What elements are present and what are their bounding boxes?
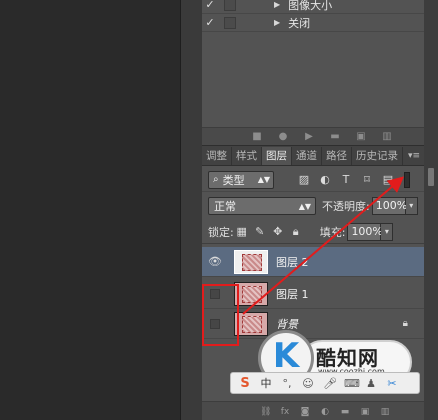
- lock-image-brush-icon[interactable]: ✎: [254, 225, 266, 238]
- ime-toolbar[interactable]: S 中 °, ☺ 🎤︎ ⌨ ♟ ✂: [230, 372, 420, 394]
- opacity-input[interactable]: 100%: [371, 197, 407, 215]
- layer-thumbnail[interactable]: [234, 311, 268, 336]
- lock-label: 锁定:: [208, 225, 234, 239]
- tab-styles[interactable]: 样式: [232, 147, 262, 165]
- action-row-image-size[interactable]: ✓ ▶ 图像大小: [202, 0, 424, 14]
- blend-mode-value: 正常: [214, 200, 236, 213]
- blend-mode-select[interactable]: 正常 ▲▼: [208, 197, 316, 215]
- opacity-label: 不透明度:: [322, 200, 370, 213]
- link-layers-icon[interactable]: ⛓: [260, 407, 271, 417]
- tab-layers[interactable]: 图层: [262, 147, 292, 165]
- actions-toolbar: ■ ● ▶ ▬ ▣ ▥: [202, 127, 424, 145]
- filter-kind-label: 类型: [222, 173, 245, 187]
- fill-input[interactable]: 100%: [347, 222, 383, 241]
- stop-icon[interactable]: ■: [252, 131, 262, 142]
- smart-object-filter-icon[interactable]: ▤: [382, 173, 394, 186]
- lock-icons: ▦ ✎ ✥ 🔒︎: [236, 225, 302, 238]
- adjustment-layer-icon[interactable]: ◐: [320, 407, 330, 417]
- opacity-dropdown-icon[interactable]: ▾: [405, 197, 418, 215]
- action-dialog-toggle[interactable]: [224, 16, 236, 29]
- tab-adjustments[interactable]: 调整: [202, 147, 232, 165]
- sogou-logo-icon[interactable]: S: [239, 376, 251, 391]
- filter-icons: ▨ ◐ T ⌑ ▤: [298, 173, 394, 186]
- ime-keyboard-icon[interactable]: ⌨: [344, 377, 360, 390]
- folder-icon[interactable]: ▬: [330, 131, 340, 142]
- layer-name[interactable]: 图层 2: [276, 254, 309, 270]
- filter-kind-select[interactable]: ⌕ 类型 ▲▼: [208, 170, 274, 189]
- lock-row: 锁定: ▦ ✎ ✥ 🔒︎ 填充: 100% ▾: [202, 220, 424, 244]
- ime-skin-icon[interactable]: ♟: [365, 377, 377, 390]
- action-label: 关闭: [288, 16, 311, 30]
- layer-name[interactable]: 背景: [276, 316, 298, 332]
- add-mask-icon[interactable]: ◙: [300, 407, 310, 417]
- layer-lock-icon: 🔒︎: [402, 318, 408, 329]
- tab-paths[interactable]: 路径: [322, 147, 352, 165]
- panel-menu-icon[interactable]: ▾≡: [408, 147, 420, 165]
- play-icon[interactable]: ▶: [304, 131, 314, 142]
- fill-label: 填充:: [319, 225, 346, 239]
- action-check-icon[interactable]: ✓: [202, 16, 218, 29]
- new-layer-icon[interactable]: ▣: [360, 407, 370, 417]
- actions-panel: ✓ ▶ 图像大小 ✓ ▶ 关闭: [202, 0, 424, 145]
- layer-thumbnail[interactable]: [234, 281, 268, 306]
- group-folder-icon[interactable]: ▬: [340, 407, 350, 417]
- filter-toggle-switch[interactable]: [404, 171, 410, 188]
- action-dialog-toggle[interactable]: [224, 0, 236, 11]
- ime-chinese-mode-icon[interactable]: 中: [260, 375, 272, 391]
- blend-row: 正常 ▲▼ 不透明度: 100% ▾: [202, 194, 424, 218]
- layer-row-layer2[interactable]: 👁︎ 图层 2: [202, 247, 424, 277]
- layer-filter-row: ⌕ 类型 ▲▼ ▨ ◐ T ⌑ ▤: [202, 168, 424, 192]
- search-icon: ⌕: [213, 174, 219, 185]
- action-label: 图像大小: [288, 0, 333, 12]
- expand-triangle-icon[interactable]: ▶: [274, 18, 280, 27]
- ime-emoji-icon[interactable]: ☺: [302, 377, 314, 390]
- pixel-filter-icon[interactable]: ▨: [298, 173, 310, 186]
- tab-channels[interactable]: 通道: [292, 147, 322, 165]
- ime-tools-icon[interactable]: ✂: [386, 377, 398, 390]
- trash-icon[interactable]: ▥: [382, 131, 392, 142]
- adjustment-filter-icon[interactable]: ◐: [319, 173, 331, 186]
- layer-thumbnail[interactable]: [234, 249, 268, 274]
- lock-position-move-icon[interactable]: ✥: [272, 225, 284, 238]
- ime-microphone-icon[interactable]: 🎤︎: [323, 377, 337, 390]
- fill-dropdown-icon[interactable]: ▾: [381, 222, 394, 241]
- lock-transparent-icon[interactable]: ▦: [236, 225, 248, 238]
- panel-scrollbar[interactable]: [424, 0, 438, 420]
- ime-punctuation-icon[interactable]: °,: [281, 377, 293, 390]
- action-check-icon[interactable]: ✓: [202, 0, 218, 11]
- fx-icon[interactable]: fx: [280, 407, 290, 417]
- new-action-icon[interactable]: ▣: [356, 131, 366, 142]
- record-icon[interactable]: ●: [278, 131, 288, 142]
- layers-bottom-toolbar: ⛓ fx ◙ ◐ ▬ ▣ ▥: [202, 401, 424, 420]
- type-filter-icon[interactable]: T: [340, 173, 352, 186]
- document-canvas-area: [0, 0, 180, 420]
- shape-filter-icon[interactable]: ⌑: [361, 173, 373, 186]
- delete-layer-icon[interactable]: ▥: [380, 407, 390, 417]
- eye-icon[interactable]: 👁︎: [206, 254, 224, 270]
- highlight-box: [202, 284, 239, 346]
- action-row-close[interactable]: ✓ ▶ 关闭: [202, 14, 424, 32]
- tab-history[interactable]: 历史记录: [352, 147, 403, 165]
- panel-dock-divider: [180, 0, 202, 420]
- dropdown-arrow-icon: ▲▼: [257, 175, 270, 184]
- layer-name[interactable]: 图层 1: [276, 286, 309, 302]
- lock-all-icon[interactable]: 🔒︎: [290, 225, 302, 238]
- scrollbar-thumb[interactable]: [428, 168, 434, 186]
- panel-tabs: 调整 样式 图层 通道 路径 历史记录 ▾≡: [202, 146, 424, 166]
- expand-triangle-icon[interactable]: ▶: [274, 0, 280, 9]
- dropdown-arrow-icon: ▲▼: [298, 201, 311, 211]
